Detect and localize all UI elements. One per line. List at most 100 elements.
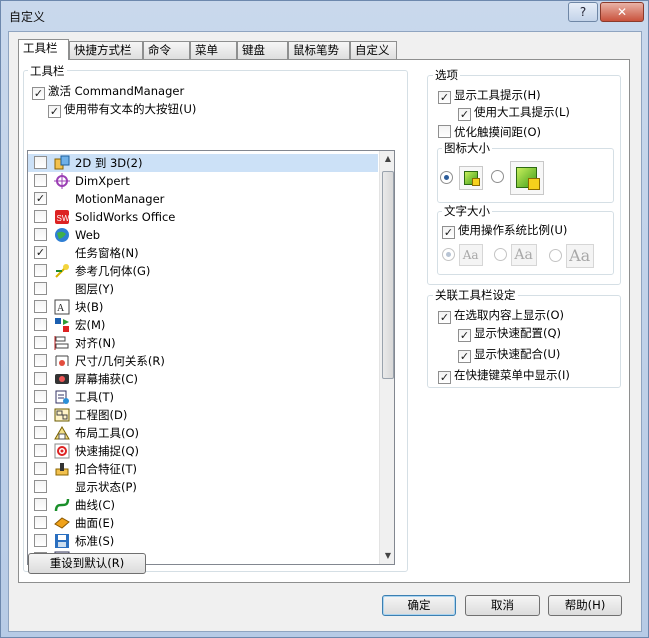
checkbox-box[interactable] — [438, 125, 451, 138]
toolbars-group-label: 工具栏 — [28, 63, 67, 79]
toolbar-checkbox[interactable] — [34, 264, 47, 277]
radio-button[interactable] — [491, 170, 504, 183]
toolbar-checkbox[interactable] — [34, 174, 47, 187]
toolbar-checkbox[interactable] — [34, 480, 47, 493]
list-item[interactable]: 标准(S) — [28, 532, 378, 550]
checkbox-box[interactable]: ✓ — [32, 87, 45, 100]
cancel-button[interactable]: 取消 — [465, 595, 540, 616]
list-item[interactable]: 图层(Y) — [28, 280, 378, 298]
tab-toolbars[interactable]: 工具栏 — [18, 39, 69, 60]
list-item-label: 参考几何体(G) — [75, 264, 151, 278]
checkbox-box[interactable]: ✓ — [458, 329, 471, 342]
icon-size-small-radio[interactable] — [440, 166, 483, 196]
toolbar-checkbox[interactable]: ✓ — [34, 246, 47, 259]
list-item[interactable]: 曲线(C) — [28, 496, 378, 514]
list-item[interactable]: 2D 到 3D(2) — [28, 154, 378, 172]
use-large-tooltips-checkbox[interactable]: ✓ 使用大工具提示(L) — [458, 104, 570, 121]
list-item[interactable]: 快速捕捉(Q) — [28, 442, 378, 460]
toolbar-checkbox[interactable] — [34, 210, 47, 223]
list-item[interactable]: 宏(M) — [28, 316, 378, 334]
tab-shortcut-bar[interactable]: 快捷方式栏 — [69, 41, 143, 59]
list-item[interactable]: A 块(B) — [28, 298, 378, 316]
checkbox-box[interactable]: ✓ — [48, 105, 61, 118]
list-item[interactable]: SW SolidWorks Office — [28, 208, 378, 226]
text-size-medium-radio[interactable]: Aa — [494, 244, 537, 270]
toolbar-checkbox[interactable] — [34, 372, 47, 385]
toolbars-list[interactable]: 2D 到 3D(2) DimXpert ✓ MotionManager SW SolidW… — [27, 150, 395, 565]
standard-icon — [54, 533, 70, 549]
ok-button[interactable]: 确定 — [382, 595, 456, 616]
list-item[interactable]: Web — [28, 226, 378, 244]
show-in-shortcut-menu-checkbox[interactable]: ✓ 在快捷键菜单中显示(I) — [438, 367, 570, 384]
list-item[interactable]: ✓ 任务窗格(N) — [28, 244, 378, 262]
toolbar-checkbox[interactable] — [34, 462, 47, 475]
activate-commandmanager-checkbox[interactable]: ✓ 激活 CommandManager — [32, 83, 184, 100]
radio-button[interactable] — [440, 170, 453, 184]
toolbar-checkbox[interactable] — [34, 300, 47, 313]
checkbox-box[interactable]: ✓ — [438, 371, 451, 384]
toolbar-checkbox[interactable] — [34, 408, 47, 421]
checkbox-box[interactable]: ✓ — [458, 108, 471, 121]
toolbar-checkbox[interactable] — [34, 228, 47, 241]
tab-commands[interactable]: 命令 — [143, 41, 190, 59]
toolbar-checkbox[interactable] — [34, 444, 47, 457]
scrollbar-thumb[interactable] — [382, 171, 394, 379]
list-item-label: 工程图(D) — [75, 408, 128, 422]
reset-to-default-button[interactable]: 重设到默认(R) — [28, 553, 146, 574]
show-on-selection-checkbox[interactable]: ✓ 在选取内容上显示(O) — [438, 307, 564, 324]
list-item[interactable]: 尺寸/几何关系(R) — [28, 352, 378, 370]
help-button[interactable]: 帮助(H) — [548, 595, 622, 616]
toolbar-checkbox[interactable]: ✓ — [34, 192, 47, 205]
list-item[interactable]: 工程图(D) — [28, 406, 378, 424]
list-item-label: 曲面(E) — [75, 516, 115, 530]
use-os-scale-checkbox[interactable]: ✓ 使用操作系统比例(U) — [442, 222, 567, 239]
scroll-up-icon[interactable]: ▲ — [380, 151, 394, 167]
list-item[interactable]: 工具(T) — [28, 388, 378, 406]
list-item-label: 布局工具(O) — [75, 426, 140, 440]
show-tooltips-checkbox[interactable]: ✓ 显示工具提示(H) — [438, 87, 541, 104]
list-item[interactable]: 显示状态(P) — [28, 478, 378, 496]
text-size-large-radio[interactable]: Aa — [549, 244, 594, 270]
checkbox-box[interactable]: ✓ — [438, 91, 451, 104]
tab-customization[interactable]: 自定义 — [350, 41, 397, 59]
toolbar-checkbox[interactable] — [34, 156, 47, 169]
text-size-small-radio[interactable]: Aa — [442, 244, 483, 270]
list-item[interactable]: 布局工具(O) — [28, 424, 378, 442]
list-item-label: 扣合特征(T) — [75, 462, 137, 476]
show-quick-config-checkbox[interactable]: ✓ 显示快速配置(Q) — [458, 325, 561, 342]
show-quick-mate-checkbox[interactable]: ✓ 显示快速配合(U) — [458, 346, 560, 363]
tab-keyboard[interactable]: 键盘 — [237, 41, 288, 59]
radio-button[interactable] — [549, 248, 562, 262]
list-item[interactable]: ✓ MotionManager — [28, 190, 378, 208]
use-large-buttons-checkbox[interactable]: ✓ 使用带有文本的大按钮(U) — [48, 101, 196, 118]
radio-button[interactable] — [494, 247, 507, 261]
toolbar-checkbox[interactable] — [34, 390, 47, 403]
list-item[interactable]: 参考几何体(G) — [28, 262, 378, 280]
checkbox-box[interactable]: ✓ — [438, 311, 451, 324]
scroll-down-icon[interactable]: ▼ — [380, 548, 394, 564]
radio-button[interactable] — [442, 247, 455, 261]
close-icon[interactable]: ✕ — [600, 2, 644, 22]
toolbar-checkbox[interactable] — [34, 282, 47, 295]
tab-mouse-gestures[interactable]: 鼠标笔势 — [288, 41, 350, 59]
toolbar-checkbox[interactable] — [34, 318, 47, 331]
icon-size-large-radio[interactable] — [491, 160, 544, 196]
optimize-touch-spacing-checkbox[interactable]: 优化触摸间距(O) — [438, 124, 541, 140]
list-item[interactable]: 扣合特征(T) — [28, 460, 378, 478]
title-bar[interactable]: 自定义 ? ✕ — [1, 1, 648, 31]
toolbar-checkbox[interactable] — [34, 498, 47, 511]
checkbox-box[interactable]: ✓ — [458, 350, 471, 363]
help-icon[interactable]: ? — [568, 2, 598, 22]
list-item[interactable]: 对齐(N) — [28, 334, 378, 352]
list-scrollbar[interactable]: ▲ ▼ — [379, 151, 394, 564]
toolbar-checkbox[interactable] — [34, 516, 47, 529]
list-item[interactable]: DimXpert — [28, 172, 378, 190]
checkbox-box[interactable]: ✓ — [442, 226, 455, 239]
tab-menus[interactable]: 菜单 — [190, 41, 237, 59]
toolbar-checkbox[interactable] — [34, 426, 47, 439]
toolbar-checkbox[interactable] — [34, 354, 47, 367]
toolbar-checkbox[interactable] — [34, 336, 47, 349]
list-item[interactable]: 屏幕捕获(C) — [28, 370, 378, 388]
list-item[interactable]: 曲面(E) — [28, 514, 378, 532]
toolbar-checkbox[interactable] — [34, 534, 47, 547]
